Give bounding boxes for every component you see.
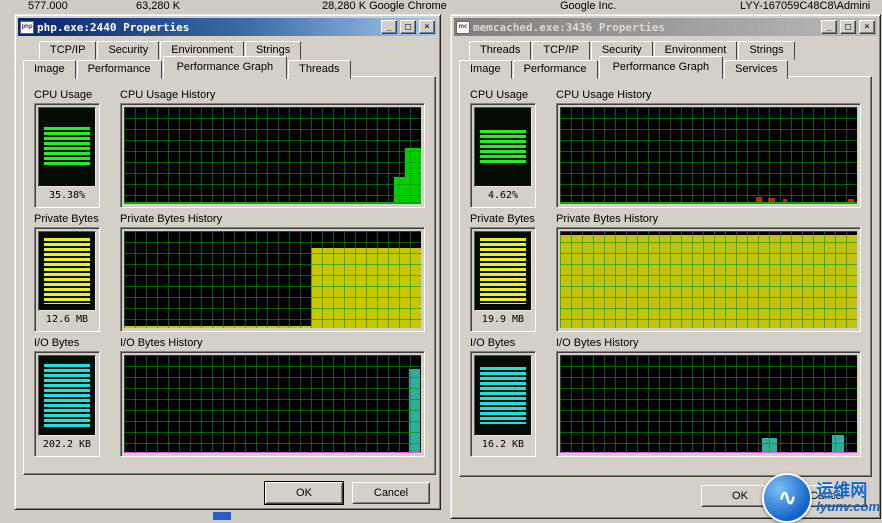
maximize-button[interactable]: □ — [840, 20, 856, 34]
io-bytes-meter-bar — [474, 355, 532, 436]
cpu-usage-meter: 4.62% — [470, 103, 536, 208]
properties-window-memcached: mc memcached.exe:3436 Properties _ □ × T… — [450, 14, 881, 519]
properties-window-php: php php.exe:2440 Properties _ □ × TCP/IP… — [14, 14, 441, 510]
io-bytes-value: 16.2 KB — [474, 436, 532, 453]
bg-text: LYY-167059C48C8\Admini — [740, 0, 870, 12]
private-bytes-value: 12.6 MB — [38, 311, 96, 328]
cpu-meter-bar — [474, 107, 532, 187]
site-watermark: ∿ 运维网 lyunv.com — [762, 473, 880, 523]
tab-threads[interactable]: Threads — [288, 60, 350, 79]
private-bytes-meter-bar — [38, 231, 96, 311]
php-app-icon: php — [20, 21, 34, 34]
tab-services[interactable]: Services — [724, 60, 788, 79]
io-bytes-history-plot — [124, 355, 421, 453]
io-bytes-meter: 16.2 KB — [470, 351, 536, 457]
cpu-history-graph — [556, 103, 861, 208]
private-bytes-label: Private Bytes — [34, 213, 99, 225]
close-button[interactable]: × — [419, 20, 435, 34]
minimize-button[interactable]: _ — [821, 20, 837, 34]
bg-text: Google Inc. — [560, 0, 616, 12]
io-bytes-label: I/O Bytes — [470, 337, 515, 349]
cpu-history-label: CPU Usage History — [556, 89, 651, 101]
minimize-button[interactable]: _ — [381, 20, 397, 34]
ok-button[interactable]: OK — [265, 482, 343, 504]
cpu-history-graph — [120, 103, 425, 208]
cancel-button[interactable]: Cancel — [352, 482, 430, 504]
cpu-usage-value: 35.38% — [38, 187, 96, 204]
cpu-usage-label: CPU Usage — [470, 89, 528, 101]
io-bytes-meter-bar — [38, 355, 96, 436]
cpu-usage-meter: 35.38% — [34, 103, 100, 208]
desktop: 577.000 63,280 K 28,280 K Google Chrome … — [0, 0, 882, 523]
close-button[interactable]: × — [859, 20, 875, 34]
private-bytes-history-plot — [560, 231, 857, 328]
private-bytes-meter-bar — [474, 231, 532, 311]
io-bytes-history-graph — [120, 351, 425, 457]
private-bytes-meter: 12.6 MB — [34, 227, 100, 332]
watermark-site: lyunv.com — [816, 500, 880, 514]
io-bytes-history-graph — [556, 351, 861, 457]
watermark-name: 运维网 — [816, 482, 880, 501]
io-bytes-label: I/O Bytes — [34, 337, 79, 349]
bg-text: 28,280 K Google Chrome — [322, 0, 447, 12]
io-bytes-history-label: I/O Bytes History — [556, 337, 639, 349]
private-bytes-history-plot — [124, 231, 421, 328]
io-bytes-value: 202.2 KB — [38, 436, 96, 453]
performance-graph-page: CPU Usage CPU Usage History 35.38% Priva… — [23, 76, 436, 475]
private-bytes-history-label: Private Bytes History — [120, 213, 222, 225]
titlebar[interactable]: mc memcached.exe:3436 Properties _ □ × — [454, 18, 877, 36]
performance-graph-page: CPU Usage CPU Usage History 4.62% Privat… — [459, 76, 872, 477]
tab-row-front: Image Performance Performance Graph Serv… — [459, 56, 789, 79]
io-bytes-meter: 202.2 KB — [34, 351, 100, 457]
private-bytes-meter: 19.9 MB — [470, 227, 536, 332]
cpu-history-plot — [560, 107, 857, 204]
taskbar-fragment — [213, 512, 231, 520]
bg-text: 577.000 — [28, 0, 68, 12]
memcached-app-icon: mc — [456, 21, 470, 34]
private-bytes-label: Private Bytes — [470, 213, 535, 225]
tab-performance-graph[interactable]: Performance Graph — [163, 56, 288, 79]
tab-image[interactable]: Image — [459, 60, 512, 79]
tab-performance[interactable]: Performance — [77, 60, 162, 79]
watermark-logo-icon: ∿ — [762, 473, 812, 523]
private-bytes-history-graph — [120, 227, 425, 332]
cpu-usage-value: 4.62% — [474, 187, 532, 204]
titlebar[interactable]: php php.exe:2440 Properties _ □ × — [18, 18, 437, 36]
cpu-meter-bar — [38, 107, 96, 187]
tab-image[interactable]: Image — [23, 60, 76, 79]
bg-text: 63,280 K — [136, 0, 180, 12]
private-bytes-value: 19.9 MB — [474, 311, 532, 328]
io-bytes-history-plot — [560, 355, 857, 453]
cpu-history-plot — [124, 107, 421, 204]
tab-row-front: Image Performance Performance Graph Thre… — [23, 56, 352, 79]
cpu-usage-label: CPU Usage — [34, 89, 92, 101]
tab-performance-graph[interactable]: Performance Graph — [599, 56, 724, 79]
tab-performance[interactable]: Performance — [513, 60, 598, 79]
window-title: php.exe:2440 Properties — [37, 21, 378, 34]
private-bytes-history-label: Private Bytes History — [556, 213, 658, 225]
maximize-button[interactable]: □ — [400, 20, 416, 34]
cpu-history-label: CPU Usage History — [120, 89, 215, 101]
private-bytes-history-graph — [556, 227, 861, 332]
window-title: memcached.exe:3436 Properties — [473, 21, 818, 34]
io-bytes-history-label: I/O Bytes History — [120, 337, 203, 349]
